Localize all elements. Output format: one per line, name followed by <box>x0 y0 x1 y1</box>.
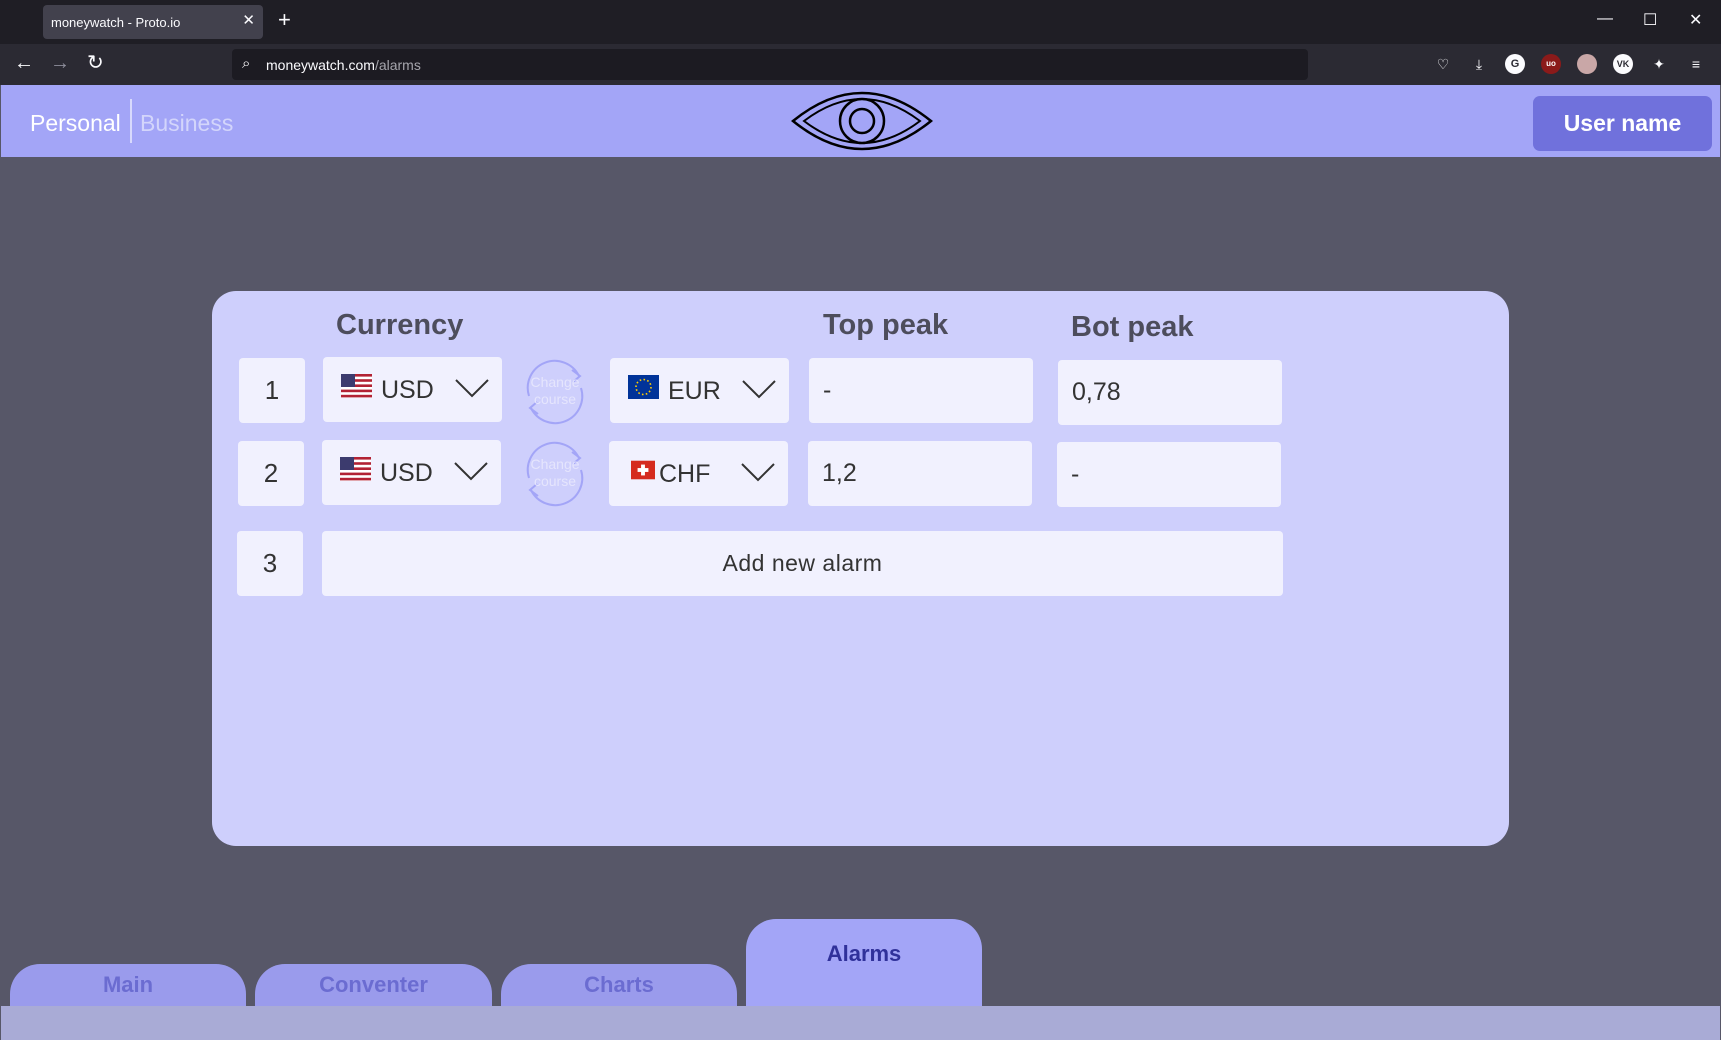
bot-peak-value: 0,78 <box>1072 378 1121 406</box>
top-peak-input[interactable]: 1,2 <box>808 441 1032 506</box>
nav-business[interactable]: Business <box>140 110 233 137</box>
change-course-button[interactable]: Change course <box>519 356 591 428</box>
top-peak-column-header: Top peak <box>823 309 949 341</box>
row-number: 3 <box>237 531 303 596</box>
bot-peak-value: - <box>1071 460 1080 488</box>
top-peak-value: 1,2 <box>822 459 857 487</box>
nav-divider <box>130 99 132 143</box>
from-currency-select[interactable]: USD <box>323 357 502 422</box>
row-number: 2 <box>238 441 304 506</box>
chevron-down-icon <box>455 379 489 398</box>
tab-close-icon[interactable]: ✕ <box>242 11 255 29</box>
new-tab-icon[interactable]: + <box>278 9 291 31</box>
us-flag-icon <box>341 374 372 398</box>
browser-toolbar: ← → ↻ ⌕ moneywatch.com/alarms ♡ ⤓ G uo V… <box>0 44 1721 85</box>
url-bar[interactable]: ⌕ moneywatch.com/alarms <box>232 49 1308 80</box>
change-course-button[interactable]: Change course <box>519 438 591 510</box>
reload-icon[interactable]: ↻ <box>87 53 104 73</box>
menu-icon[interactable]: ≡ <box>1686 54 1706 74</box>
to-currency-value: CHF <box>659 460 711 488</box>
pocket-icon[interactable]: ♡ <box>1433 54 1453 74</box>
ublock-icon[interactable]: uo <box>1541 54 1561 74</box>
from-currency-value: USD <box>380 459 433 487</box>
user-name-button[interactable]: User name <box>1533 96 1712 151</box>
nav-personal[interactable]: Personal <box>30 110 121 137</box>
tab-title: moneywatch - Proto.io <box>51 15 181 30</box>
forward-arrow-icon[interactable]: → <box>50 53 70 73</box>
ch-flag-icon <box>631 460 655 480</box>
bot-peak-input[interactable]: 0,78 <box>1058 360 1282 425</box>
tab-charts[interactable]: Charts <box>501 964 737 1006</box>
url-host: moneywatch.com <box>266 57 375 73</box>
chevron-down-icon <box>454 462 488 481</box>
tab-conventer[interactable]: Conventer <box>255 964 492 1006</box>
tab-alarms[interactable]: Alarms <box>746 919 982 1006</box>
grammarly-icon[interactable]: G <box>1505 54 1525 74</box>
alarms-panel: Currency Top peak Bot peak 1 USD Change … <box>212 291 1509 846</box>
browser-titlebar: moneywatch - Proto.io ✕ + — ☐ ✕ <box>0 0 1721 44</box>
maximize-icon[interactable]: ☐ <box>1643 10 1657 30</box>
bot-peak-input[interactable]: - <box>1057 442 1281 507</box>
chevron-down-icon <box>742 380 776 399</box>
close-window-icon[interactable]: ✕ <box>1689 10 1702 30</box>
top-peak-input[interactable]: - <box>809 358 1033 423</box>
bot-peak-column-header: Bot peak <box>1071 311 1194 343</box>
browser-tab[interactable]: moneywatch - Proto.io ✕ <box>43 5 263 39</box>
to-currency-select[interactable]: CHF <box>609 441 788 506</box>
tab-main[interactable]: Main <box>10 964 246 1006</box>
download-icon[interactable]: ⤓ <box>1469 54 1489 74</box>
change-course-label: Change course <box>530 456 580 489</box>
vk-icon[interactable]: VK <box>1613 54 1633 74</box>
url-text: moneywatch.com/alarms <box>266 57 421 73</box>
us-flag-icon <box>340 457 371 481</box>
extension-icon[interactable] <box>1577 54 1597 74</box>
to-currency-select[interactable]: EUR <box>610 358 789 423</box>
back-arrow-icon[interactable]: ← <box>14 53 34 73</box>
from-currency-value: USD <box>381 376 434 404</box>
eye-icon <box>791 91 933 151</box>
bottom-bar <box>1 1006 1720 1040</box>
extension-icon[interactable]: ✦ <box>1649 54 1669 74</box>
change-course-label: Change course <box>530 374 580 407</box>
currency-column-header: Currency <box>336 309 464 341</box>
chevron-down-icon <box>741 463 775 482</box>
top-peak-value: - <box>823 376 832 404</box>
to-currency-value: EUR <box>668 377 721 405</box>
row-number: 1 <box>239 358 305 423</box>
eu-flag-icon <box>628 375 659 399</box>
minimize-icon[interactable]: — <box>1597 10 1613 28</box>
url-path: /alarms <box>374 57 421 73</box>
search-icon: ⌕ <box>242 55 251 72</box>
add-new-alarm-button[interactable]: Add new alarm <box>322 531 1283 596</box>
from-currency-select[interactable]: USD <box>322 440 501 505</box>
app-header: Personal Business User name <box>1 85 1720 157</box>
